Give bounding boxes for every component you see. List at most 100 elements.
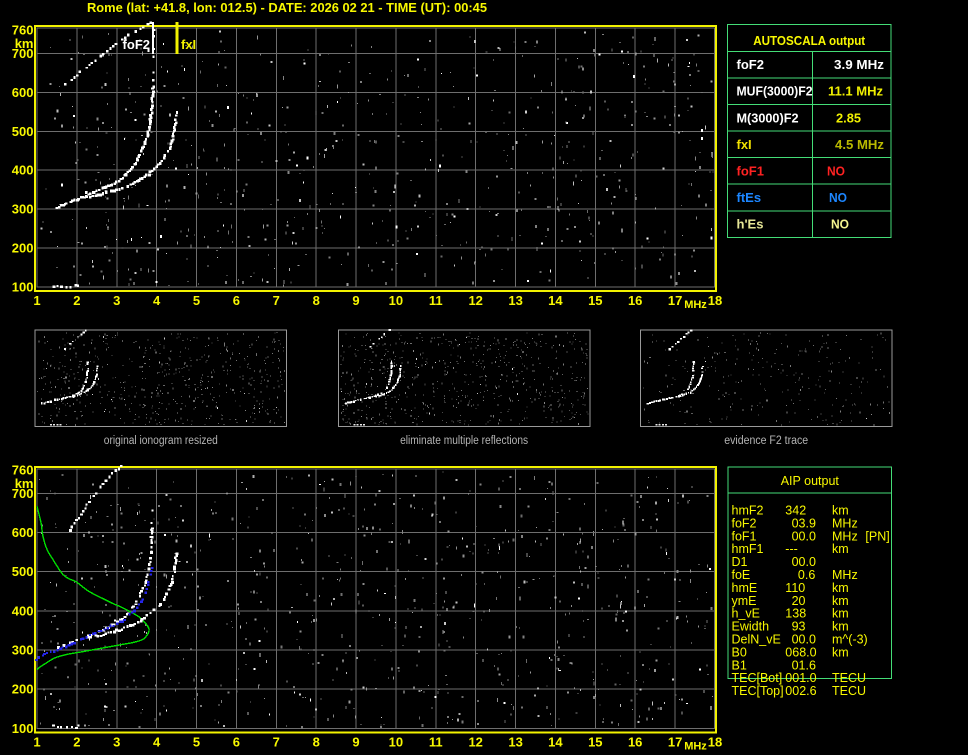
- svg-text:foF2: foF2: [123, 37, 150, 52]
- svg-text:MHz: MHz: [832, 516, 858, 530]
- svg-text:NO: NO: [829, 190, 847, 205]
- svg-text:fxI: fxI: [181, 37, 196, 52]
- svg-text:km: km: [832, 607, 849, 621]
- svg-text:10: 10: [389, 735, 403, 750]
- svg-text:600: 600: [12, 85, 34, 100]
- svg-text:18: 18: [708, 735, 722, 750]
- svg-text:300: 300: [12, 202, 34, 217]
- svg-text:342: 342: [785, 504, 806, 518]
- svg-text:M(3000)F2: M(3000)F2: [737, 110, 799, 125]
- svg-text:11: 11: [429, 735, 443, 750]
- svg-text:100: 100: [12, 721, 34, 736]
- svg-text:7: 7: [273, 735, 280, 750]
- svg-text:ymE: ymE: [732, 594, 757, 608]
- svg-text:3.9 MHz: 3.9 MHz: [834, 57, 885, 72]
- svg-text:1: 1: [33, 735, 40, 750]
- svg-text:200: 200: [12, 682, 34, 697]
- svg-text:700: 700: [12, 46, 34, 61]
- svg-text:400: 400: [12, 603, 34, 618]
- svg-text:15: 15: [588, 735, 602, 750]
- svg-text:B1: B1: [732, 658, 747, 672]
- svg-text:4.5 MHz: 4.5 MHz: [835, 137, 885, 152]
- svg-text:eliminate multiple reflections: eliminate multiple reflections: [400, 435, 528, 447]
- svg-text:MHz: MHz: [684, 299, 707, 311]
- svg-text:MHz: MHz: [684, 741, 707, 753]
- svg-text:AIP output: AIP output: [781, 474, 840, 488]
- svg-text:3: 3: [113, 293, 120, 308]
- svg-text:2: 2: [73, 293, 80, 308]
- svg-text:100: 100: [12, 279, 34, 294]
- svg-text:01.6: 01.6: [792, 658, 816, 672]
- svg-text:17: 17: [668, 293, 682, 308]
- svg-text:500: 500: [12, 124, 34, 139]
- svg-text:5: 5: [193, 293, 200, 308]
- svg-text:2.85: 2.85: [836, 110, 861, 125]
- svg-text:evidence F2 trace: evidence F2 trace: [724, 435, 808, 447]
- svg-text:93: 93: [792, 620, 806, 634]
- svg-text:0.6: 0.6: [798, 568, 815, 582]
- svg-text:600: 600: [12, 525, 34, 540]
- svg-text:4: 4: [153, 735, 161, 750]
- svg-text:20: 20: [792, 594, 806, 608]
- svg-text:[PN]: [PN]: [865, 529, 889, 543]
- svg-text:13: 13: [508, 293, 522, 308]
- svg-text:foF2: foF2: [732, 516, 757, 530]
- svg-text:12: 12: [468, 735, 482, 750]
- svg-text:foE: foE: [732, 568, 751, 582]
- svg-text:6: 6: [233, 735, 240, 750]
- svg-text:TEC[Bot]: TEC[Bot]: [732, 671, 783, 685]
- svg-text:DelN_vE: DelN_vE: [732, 633, 781, 647]
- svg-text:---: ---: [785, 542, 798, 556]
- svg-text:hmE: hmE: [732, 581, 758, 595]
- svg-text:200: 200: [12, 241, 34, 256]
- svg-text:110: 110: [785, 581, 805, 595]
- svg-text:h_vE: h_vE: [732, 607, 761, 621]
- svg-text:300: 300: [12, 643, 34, 658]
- svg-text:km: km: [832, 581, 849, 595]
- svg-text:14: 14: [548, 293, 563, 308]
- svg-text:foF1: foF1: [732, 529, 757, 543]
- svg-text:5: 5: [193, 735, 200, 750]
- svg-text:1: 1: [33, 293, 40, 308]
- svg-text:km: km: [832, 504, 849, 518]
- svg-text:hmF1: hmF1: [732, 542, 764, 556]
- svg-text:11.1 MHz: 11.1 MHz: [828, 84, 883, 99]
- svg-text:NO: NO: [827, 163, 845, 178]
- svg-text:14: 14: [548, 735, 563, 750]
- svg-text:fxI: fxI: [737, 137, 752, 152]
- svg-text:9: 9: [352, 735, 359, 750]
- svg-text:4: 4: [153, 293, 161, 308]
- svg-text:13: 13: [508, 735, 522, 750]
- svg-text:km: km: [832, 620, 849, 634]
- svg-text:068.0: 068.0: [785, 645, 816, 659]
- svg-text:MHz: MHz: [832, 529, 858, 543]
- svg-text:NO: NO: [831, 217, 849, 232]
- svg-text:6: 6: [233, 293, 240, 308]
- svg-text:Rome (lat: +41.8, lon: 012.5): Rome (lat: +41.8, lon: 012.5) - DATE: 20…: [87, 0, 487, 15]
- svg-text:3: 3: [113, 735, 120, 750]
- svg-text:138: 138: [785, 607, 806, 621]
- svg-text:8: 8: [313, 293, 320, 308]
- svg-text:hmF2: hmF2: [732, 504, 764, 518]
- svg-text:MUF(3000)F2: MUF(3000)F2: [737, 84, 813, 99]
- svg-text:ftEs: ftEs: [737, 190, 762, 205]
- svg-text:9: 9: [352, 293, 359, 308]
- svg-text:16: 16: [628, 293, 642, 308]
- svg-text:00.0: 00.0: [792, 633, 816, 647]
- svg-text:500: 500: [12, 564, 34, 579]
- svg-text:8: 8: [313, 735, 320, 750]
- svg-text:original ionogram resized: original ionogram resized: [104, 435, 218, 447]
- svg-text:16: 16: [628, 735, 642, 750]
- svg-text:TEC[Top]: TEC[Top]: [732, 684, 784, 698]
- svg-text:MHz: MHz: [832, 568, 858, 582]
- svg-text:foF1: foF1: [737, 163, 764, 178]
- svg-text:km: km: [832, 542, 849, 556]
- svg-text:foF2: foF2: [737, 57, 764, 72]
- svg-text:15: 15: [588, 293, 602, 308]
- svg-text:7: 7: [273, 293, 280, 308]
- svg-text:TECU: TECU: [832, 684, 866, 698]
- svg-text:17: 17: [668, 735, 682, 750]
- svg-text:002.6: 002.6: [785, 684, 816, 698]
- svg-text:11: 11: [429, 293, 443, 308]
- svg-text:Ewidth: Ewidth: [732, 620, 770, 634]
